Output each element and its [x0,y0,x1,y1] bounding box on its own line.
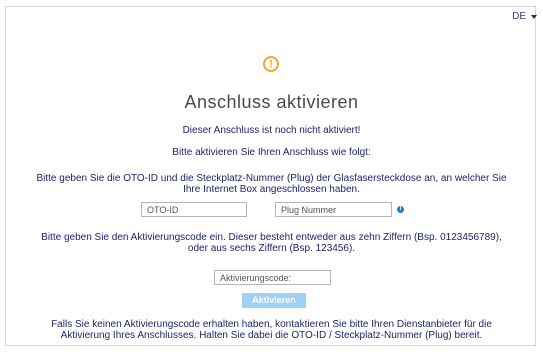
language-selector[interactable]: DE [512,11,537,22]
caret-down-icon [531,14,537,19]
footer-text-line2: Aktivierung Ihres Anschlusses. Halten Si… [60,330,483,341]
info-icon[interactable]: i [397,206,404,213]
page-title: Anschluss aktivieren [184,92,359,112]
language-label: DE [512,11,526,22]
step2-text-line2: oder aus sechs Ziffern (Bsp. 123456). [187,243,356,254]
plug-number-input[interactable] [275,202,392,217]
instruction-text: Bitte aktivieren Sie Ihren Anschluss wie… [172,147,371,158]
oto-id-input[interactable] [141,202,247,217]
warning-icon: ! [263,56,279,72]
status-message: Dieser Anschluss ist noch nicht aktivier… [182,125,361,136]
step1-text-line2: Ihre Internet Box angeschlossen haben. [183,184,360,195]
activate-button[interactable]: Aktivieren [242,293,306,308]
activation-code-input[interactable] [214,270,331,285]
